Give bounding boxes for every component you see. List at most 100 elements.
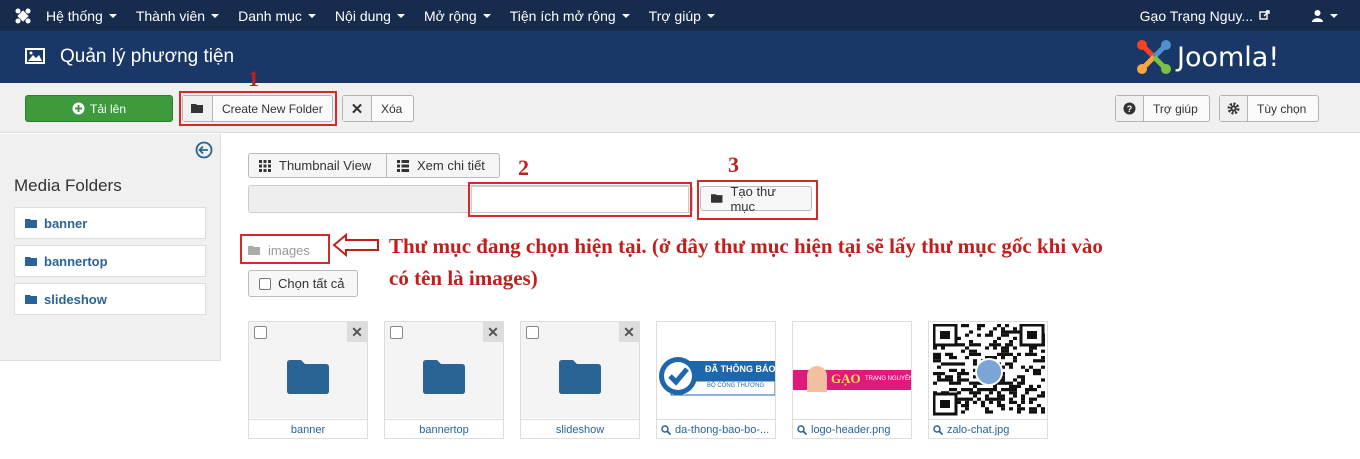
- search-icon: [797, 424, 807, 435]
- media-folders-sidebar: Media Folders banner bannertop slideshow: [0, 134, 221, 361]
- media-item-folder[interactable]: ✕ banner: [248, 321, 368, 439]
- media-item-image[interactable]: GẠO TRẠNG NGUYÊN logo-header.png: [792, 321, 914, 439]
- item-name-row[interactable]: da-thong-bao-bo-...: [657, 419, 775, 439]
- annotation-number-2: 2: [518, 155, 529, 180]
- item-checkbox[interactable]: [390, 326, 403, 339]
- annotation-box-1: [179, 91, 337, 126]
- item-name: zalo-chat.jpg: [947, 423, 1010, 436]
- item-name[interactable]: bannertop: [385, 419, 503, 439]
- user-dropdown-button[interactable]: [1311, 0, 1338, 31]
- chevron-down-icon: [621, 13, 630, 18]
- media-item-folder[interactable]: ✕ slideshow: [520, 321, 640, 439]
- item-name: da-thong-bao-bo-...: [675, 423, 770, 436]
- user-name: Gạo Trạng Nguy...: [1139, 7, 1253, 24]
- annotation-box-3: [697, 180, 818, 220]
- folder-icon: [287, 360, 329, 394]
- plus-circle-icon: [72, 102, 85, 115]
- grid-icon: [259, 159, 271, 172]
- media-item-image[interactable]: ĐÃ THÔNG BÁO BỘ CÔNG THƯƠNG da-thong-bao…: [656, 321, 776, 439]
- menu-item[interactable]: Danh mục: [238, 8, 316, 24]
- item-name: logo-header.png: [811, 423, 891, 436]
- sidebar-folder-item[interactable]: banner: [14, 207, 206, 239]
- upload-button[interactable]: Tải lên: [25, 95, 173, 122]
- image-thumbnail: ĐÃ THÔNG BÁO BỘ CÔNG THƯƠNG: [657, 322, 776, 418]
- sidebar-folder-item[interactable]: bannertop: [14, 245, 206, 277]
- help-button[interactable]: ? Trợ giúp: [1115, 95, 1210, 122]
- media-folders-title: Media Folders: [14, 176, 122, 195]
- menu-item[interactable]: Hệ thống: [46, 8, 117, 24]
- item-name[interactable]: slideshow: [521, 419, 639, 439]
- delete-item-icon[interactable]: ✕: [347, 322, 367, 342]
- external-link-icon: [1259, 10, 1270, 20]
- select-all-label: Chọn tất cả: [278, 276, 345, 291]
- thumb-text: BỘ CÔNG THƯƠNG: [707, 383, 765, 389]
- svg-text:?: ?: [1127, 104, 1133, 114]
- media-item-image[interactable]: zalo-chat.jpg: [928, 321, 1048, 439]
- menu-item[interactable]: Trợ giúp: [649, 8, 715, 24]
- thumbnail-view-label: Thumbnail View: [279, 158, 372, 173]
- chevron-down-icon: [482, 13, 491, 18]
- chevron-down-icon: [108, 13, 117, 18]
- thumb-text: GẠO: [831, 371, 861, 386]
- menu-item-label: Mở rộng: [423, 7, 477, 24]
- collapse-arrow-icon[interactable]: [195, 141, 213, 159]
- chevron-down-icon: [211, 13, 220, 18]
- joomla-wordmark: Joomla!: [1177, 41, 1280, 73]
- delete-item-icon[interactable]: ✕: [619, 322, 639, 342]
- list-icon: [397, 159, 409, 172]
- image-thumbnail: [929, 322, 1047, 418]
- select-all-button[interactable]: Chọn tất cả: [248, 270, 358, 297]
- menu-item-label: Thành viên: [135, 7, 206, 24]
- folder-open-icon: [25, 294, 37, 304]
- user-menu-link[interactable]: Gạo Trạng Nguy...: [1140, 0, 1270, 31]
- help-label: Trợ giúp: [1153, 101, 1198, 116]
- sidebar-folder-item[interactable]: slideshow: [14, 283, 206, 315]
- media-item-folder[interactable]: ✕ bannertop: [384, 321, 504, 439]
- chevron-down-icon: [396, 13, 405, 18]
- image-icon: [25, 48, 45, 64]
- thumb-text: TRẠNG NGUYÊN: [865, 376, 914, 382]
- delete-label: Xóa: [381, 101, 403, 116]
- menu-item-label: Hệ thống: [46, 7, 103, 24]
- thumb-text: ĐÃ THÔNG BÁO: [705, 364, 776, 374]
- item-name-row[interactable]: zalo-chat.jpg: [929, 419, 1047, 439]
- options-label: Tùy chọn: [1257, 101, 1307, 116]
- menu-item[interactable]: Mở rộng: [424, 8, 491, 24]
- sidebar-folder-label: bannertop: [44, 253, 108, 269]
- annotation-number-1: 1: [248, 66, 259, 91]
- menu-item[interactable]: Nội dung: [335, 8, 405, 24]
- folder-icon: [423, 360, 465, 394]
- folder-open-icon: [25, 218, 37, 228]
- thumbnail-view-button[interactable]: Thumbnail View: [248, 153, 387, 178]
- folder-icon: [559, 360, 601, 394]
- search-icon: [661, 424, 671, 435]
- annotation-note-line1: Thư mục đang chọn hiện tại. (ở đây thư m…: [389, 234, 1103, 258]
- menu-item[interactable]: Thành viên: [135, 7, 220, 24]
- options-button[interactable]: Tùy chọn: [1219, 95, 1319, 122]
- sidebar-folder-label: banner: [44, 215, 88, 231]
- annotation-box-2: [468, 182, 692, 217]
- select-all-checkbox[interactable]: [259, 277, 271, 290]
- item-name[interactable]: banner: [249, 419, 367, 439]
- item-name-row[interactable]: logo-header.png: [793, 419, 911, 439]
- annotation-arrow-icon: [332, 233, 379, 257]
- menu-item-label: Trợ giúp: [648, 7, 701, 24]
- joomla-logo: Joomla!: [1135, 38, 1279, 76]
- detail-view-button[interactable]: Xem chi tiết: [386, 153, 500, 178]
- item-checkbox[interactable]: [526, 326, 539, 339]
- item-checkbox[interactable]: [254, 326, 267, 339]
- sidebar-folder-label: slideshow: [44, 291, 107, 307]
- page-title: Quản lý phương tiện: [60, 46, 235, 67]
- menu-item-label: Tiện ích mở rộng: [509, 7, 616, 24]
- joomla-menu-icon[interactable]: [0, 7, 46, 25]
- menu-item-label: Nội dung: [334, 7, 391, 24]
- gear-icon: [1220, 96, 1248, 121]
- menu-item[interactable]: Tiện ích mở rộng: [510, 8, 630, 24]
- user-icon: [1312, 10, 1323, 22]
- page-header: Quản lý phương tiện Joomla!: [0, 31, 1360, 83]
- delete-button[interactable]: ✕ Xóa: [342, 95, 414, 122]
- annotation-note-line2: có tên là images): [389, 266, 538, 290]
- qr-code-image: [933, 324, 1045, 416]
- folder-open-icon: [25, 256, 37, 266]
- delete-item-icon[interactable]: ✕: [483, 322, 503, 342]
